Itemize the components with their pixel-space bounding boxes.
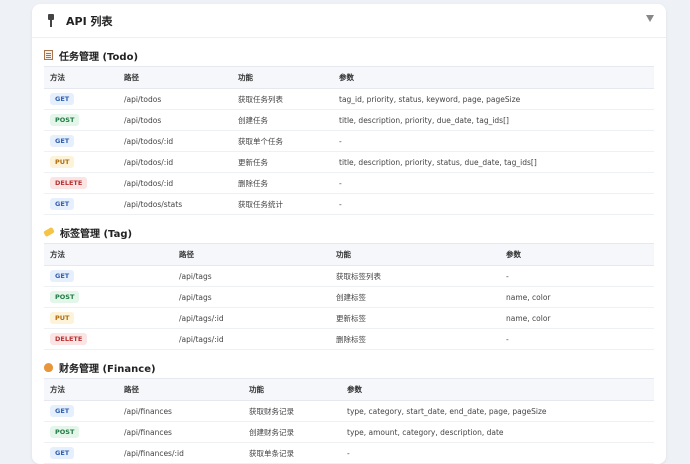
method-badge: GET: [50, 447, 75, 459]
section-title-finance: 财务管理 (Finance): [44, 356, 654, 378]
path-cell: /api/tags: [173, 286, 330, 308]
params-cell: type, amount, category, description, dat…: [341, 421, 654, 443]
table-row: POST/api/tags 创建标签 name, color: [44, 286, 654, 308]
method-badge: POST: [50, 291, 80, 303]
method-badge: DELETE: [50, 177, 88, 189]
money-bag-icon: [44, 362, 53, 372]
table-row: PUT/api/tags/:id 更新标签 name, color: [44, 307, 654, 329]
column-header-method: 方法: [44, 243, 173, 266]
method-badge: PUT: [50, 156, 75, 168]
api-list-card: API 列表 任务管理 (Todo) 方法 路径 功能 参数 GET/api/t…: [32, 4, 666, 464]
method-badge: GET: [50, 135, 75, 147]
column-header-function: 功能: [232, 66, 333, 89]
method-badge: GET: [50, 93, 75, 105]
path-cell: /api/todos/stats: [118, 193, 232, 215]
function-cell: 获取财务记录: [243, 400, 341, 422]
function-cell: 删除标签: [330, 328, 500, 350]
column-header-function: 功能: [243, 378, 341, 401]
card-title: API 列表: [66, 14, 113, 28]
params-cell: title, description, priority, due_date, …: [333, 109, 654, 131]
table-header-row: 方法 路径 功能 参数: [44, 66, 654, 89]
function-cell: 获取单个任务: [232, 130, 333, 152]
function-cell: 创建任务: [232, 109, 333, 131]
params-cell: title, description, priority, status, du…: [333, 151, 654, 173]
function-cell: 更新标签: [330, 307, 500, 329]
memo-icon: [44, 50, 53, 60]
path-cell: /api/finances: [118, 421, 243, 443]
table-row: POST/api/todos 创建任务 title, description, pr…: [44, 109, 654, 131]
todo-api-table: 方法 路径 功能 参数 GET/api/todos 获取任务列表 tag_id, p…: [44, 66, 654, 215]
method-badge: PUT: [50, 312, 75, 324]
table-row: GET/api/todos/stats 获取任务统计 -: [44, 193, 654, 215]
pushpin-icon: [46, 13, 56, 28]
method-badge: GET: [50, 405, 75, 417]
function-cell: 创建财务记录: [243, 421, 341, 443]
table-row: GET/api/todos 获取任务列表 tag_id, priority, sta…: [44, 88, 654, 110]
table-row: GET/api/todos/:id 获取单个任务 -: [44, 130, 654, 152]
column-header-path: 路径: [118, 66, 232, 89]
params-cell: -: [333, 193, 654, 215]
path-cell: /api/todos/:id: [118, 151, 232, 173]
tag-api-table: 方法 路径 功能 参数 GET/api/tags 获取标签列表 - POST/api…: [44, 243, 654, 350]
table-row: DELETE/api/tags/:id 删除标签 -: [44, 328, 654, 350]
label-tag-icon: [43, 226, 55, 238]
table-header-row: 方法 路径 功能 参数: [44, 243, 654, 266]
finance-api-table: 方法 路径 功能 参数 GET/api/finances 获取财务记录 type, …: [44, 378, 654, 464]
section-title-tag: 标签管理 (Tag): [43, 221, 654, 243]
params-cell: -: [500, 265, 654, 287]
path-cell: /api/todos/:id: [118, 130, 232, 152]
path-cell: /api/tags/:id: [173, 307, 330, 329]
function-cell: 获取任务统计: [232, 193, 333, 215]
card-header[interactable]: API 列表: [32, 4, 666, 38]
table-header-row: 方法 路径 功能 参数: [44, 378, 654, 401]
path-cell: /api/tags/:id: [173, 328, 330, 350]
table-row: GET/api/finances 获取财务记录 type, category, st…: [44, 400, 654, 422]
function-cell: 获取标签列表: [330, 265, 500, 287]
section-title-todo: 任务管理 (Todo): [44, 44, 654, 66]
path-cell: /api/todos: [118, 109, 232, 131]
collapse-toggle-icon[interactable]: [646, 15, 654, 22]
column-header-function: 功能: [330, 243, 500, 266]
column-header-method: 方法: [44, 66, 118, 89]
method-badge: GET: [50, 198, 75, 210]
function-cell: 获取任务列表: [232, 88, 333, 110]
column-header-method: 方法: [44, 378, 118, 401]
method-badge: DELETE: [50, 333, 88, 345]
params-cell: -: [500, 328, 654, 350]
column-header-params: 参数: [500, 243, 654, 266]
path-cell: /api/todos: [118, 88, 232, 110]
function-cell: 创建标签: [330, 286, 500, 308]
params-cell: tag_id, priority, status, keyword, page,…: [333, 88, 654, 110]
path-cell: /api/tags: [173, 265, 330, 287]
column-header-params: 参数: [341, 378, 654, 401]
column-header-path: 路径: [173, 243, 330, 266]
path-cell: /api/todos/:id: [118, 172, 232, 194]
params-cell: -: [333, 130, 654, 152]
function-cell: 删除任务: [232, 172, 333, 194]
params-cell: type, category, start_date, end_date, pa…: [341, 400, 654, 422]
column-header-params: 参数: [333, 66, 654, 89]
params-cell: name, color: [500, 307, 654, 329]
path-cell: /api/finances: [118, 400, 243, 422]
params-cell: name, color: [500, 286, 654, 308]
table-row: PUT/api/todos/:id 更新任务 title, description,…: [44, 151, 654, 173]
method-badge: POST: [50, 426, 80, 438]
table-row: POST/api/finances 创建财务记录 type, amount, cat…: [44, 421, 654, 443]
function-cell: 更新任务: [232, 151, 333, 173]
method-badge: GET: [50, 270, 75, 282]
params-cell: -: [333, 172, 654, 194]
table-row: GET/api/tags 获取标签列表 -: [44, 265, 654, 287]
method-badge: POST: [50, 114, 80, 126]
column-header-path: 路径: [118, 378, 243, 401]
table-row: DELETE/api/todos/:id 删除任务 -: [44, 172, 654, 194]
